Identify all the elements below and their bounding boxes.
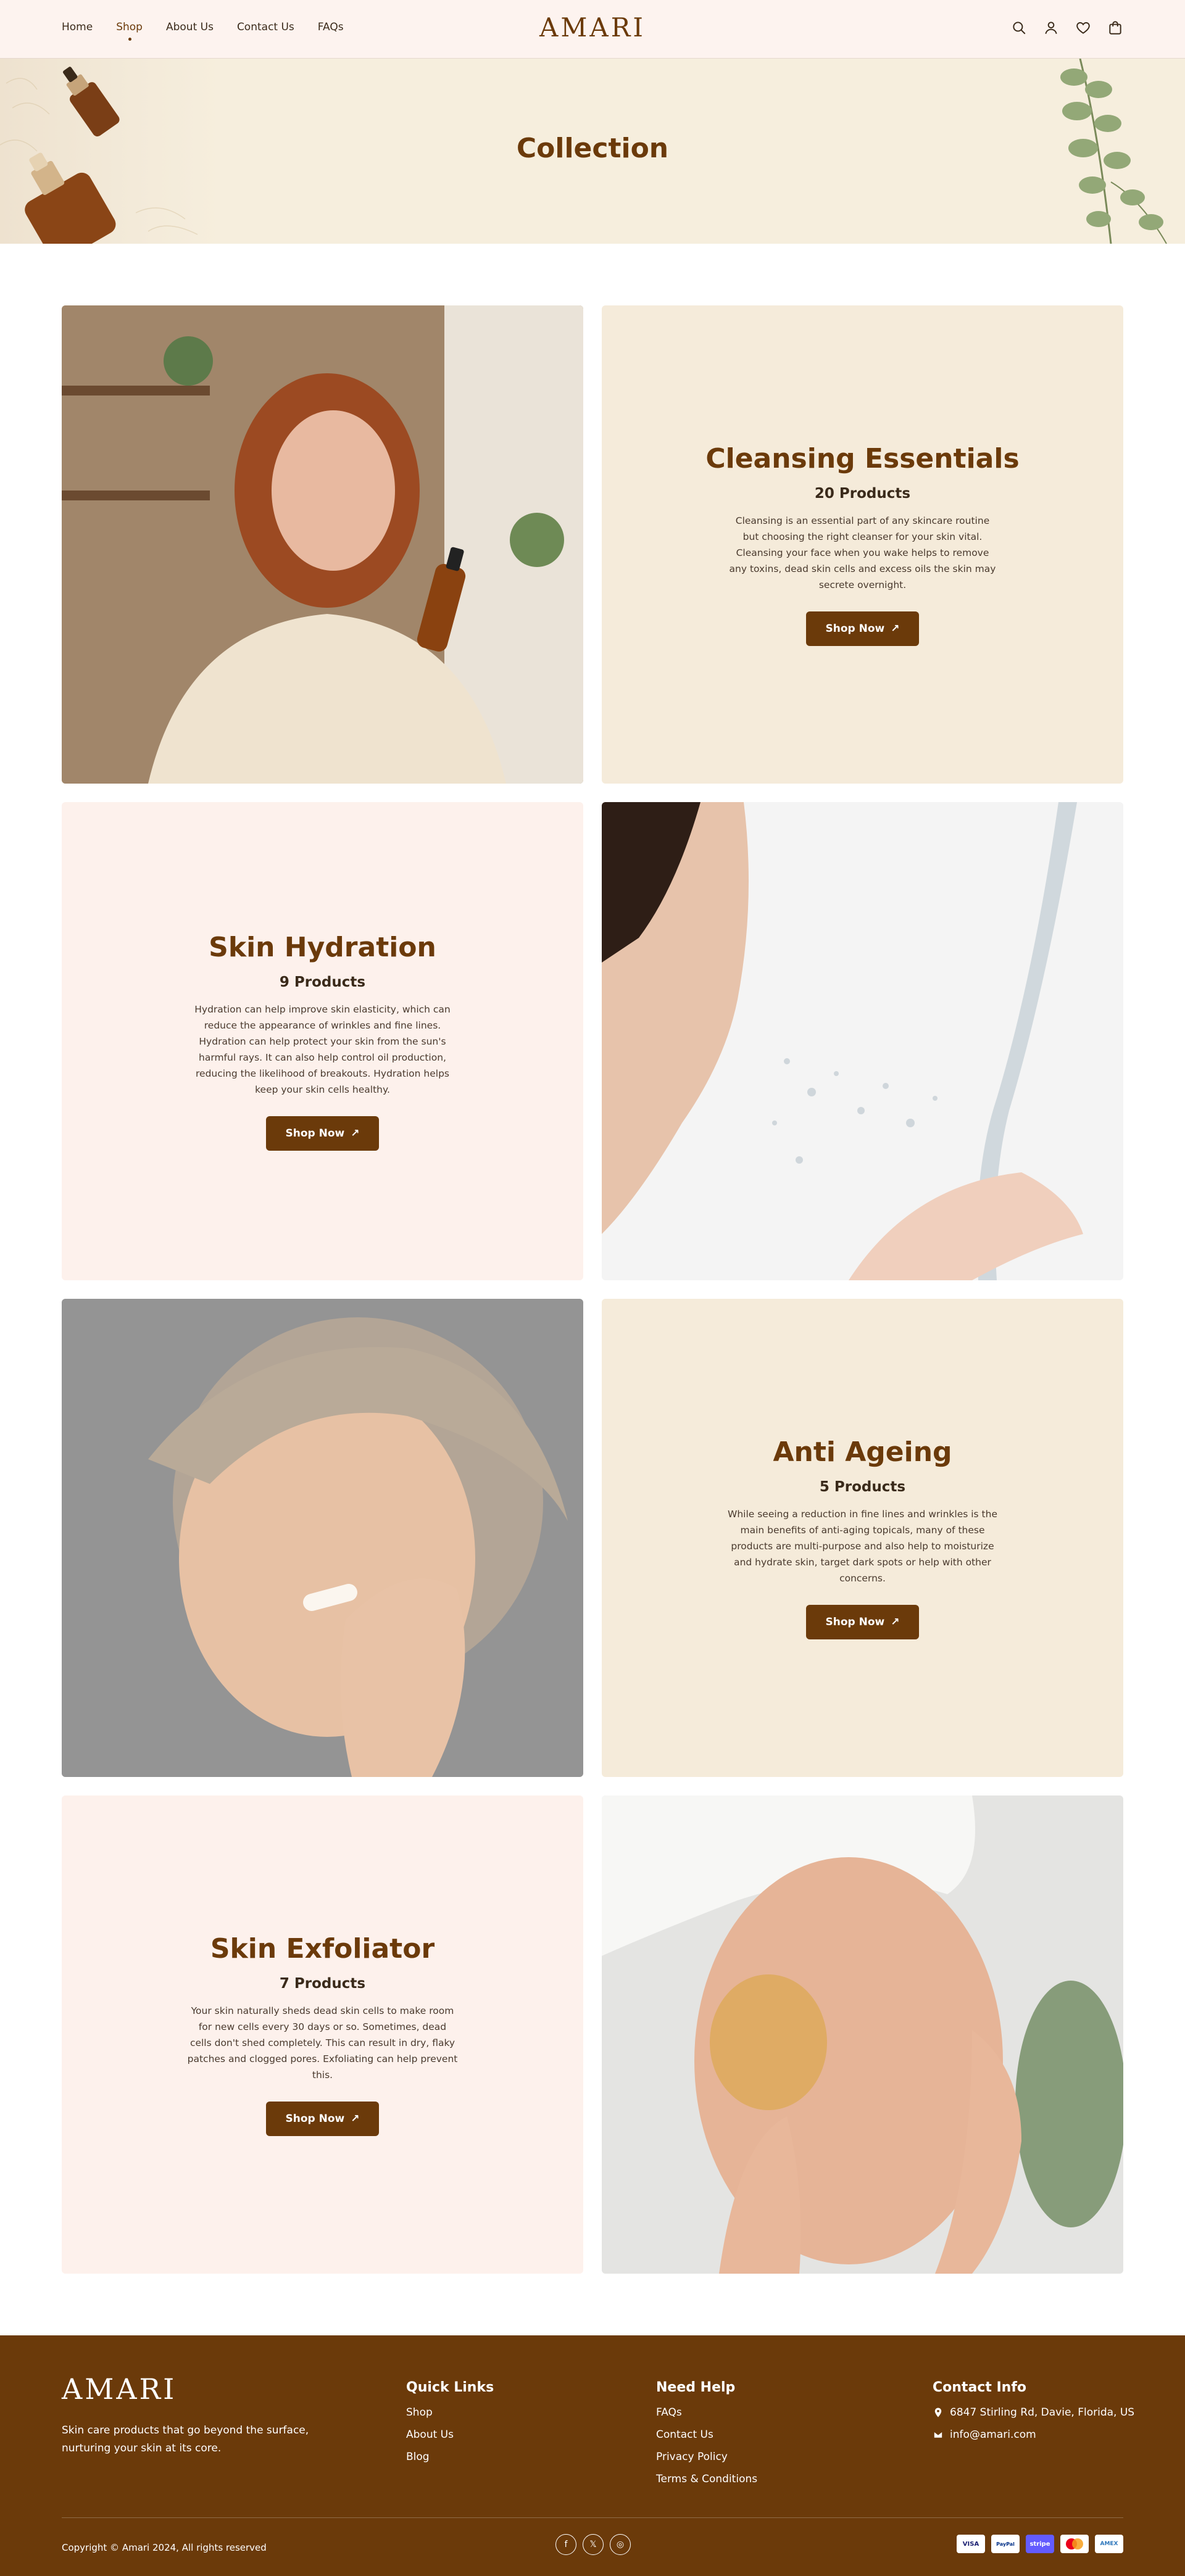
collection-card-hydration: Skin Hydration 9 Products Hydration can …: [62, 802, 583, 1280]
collection-title: Skin Hydration: [209, 932, 436, 963]
arrow-up-right-icon: ↗: [351, 2113, 360, 2125]
footer-link-shop[interactable]: Shop: [406, 2406, 494, 2419]
hydration-photo: [602, 802, 1123, 1280]
mastercard-logo: [1066, 2538, 1083, 2549]
visa-icon: VISA: [957, 2535, 985, 2553]
social-links: f 𝕏 ◎: [555, 2534, 631, 2555]
paypal-icon: PayPal: [991, 2535, 1020, 2553]
contact-info: Contact Info 6847 Stirling Rd, Davie, Fl…: [933, 2380, 1134, 2451]
need-help-title: Need Help: [656, 2380, 736, 2395]
product-count: 5 Products: [819, 1479, 906, 1495]
footer-link-about-us[interactable]: About Us: [406, 2429, 494, 2441]
cleansing-photo: [62, 305, 583, 784]
collection-description: Cleansing is an essential part of any sk…: [729, 515, 996, 590]
arrow-up-right-icon: ↗: [891, 623, 900, 635]
footer-link-blog[interactable]: Blog: [406, 2451, 494, 2463]
button-label: Shop Now: [825, 1616, 885, 1628]
bag-icon[interactable]: [1107, 20, 1123, 36]
shop-now-button[interactable]: Shop Now ↗: [805, 1605, 920, 1639]
footer-divider: [62, 2517, 1123, 2518]
eucalyptus-image: [1060, 59, 1167, 244]
quick-links-title: Quick Links: [406, 2380, 494, 2395]
stripe-icon: stripe: [1026, 2535, 1054, 2553]
address-text: 6847 Stirling Rd, Davie, Florida, US: [950, 2406, 1135, 2419]
shop-now-button[interactable]: Shop Now ↗: [265, 2102, 380, 2136]
collection-card-exfoliator: Skin Exfoliator 7 Products Your skin nat…: [62, 1795, 583, 2274]
collection-card-cleansing: Cleansing Essentials 20 Products Cleansi…: [602, 305, 1123, 784]
arrow-up-right-icon: ↗: [351, 1127, 360, 1140]
collection-title: Cleansing Essentials: [705, 443, 1020, 474]
email-text[interactable]: info@amari.com: [950, 2429, 1036, 2441]
shop-now-button[interactable]: Shop Now ↗: [805, 611, 920, 646]
exfoliator-photo: [602, 1795, 1123, 2274]
search-icon[interactable]: [1011, 20, 1027, 36]
footer-link-terms[interactable]: Terms & Conditions: [656, 2473, 757, 2485]
location-pin-icon: [934, 2408, 942, 2417]
user-icon[interactable]: [1043, 20, 1059, 36]
collection-description: Your skin naturally sheds dead skin cell…: [187, 2005, 458, 2081]
hero-decor-right: [1025, 59, 1185, 244]
collection-title: Anti Ageing: [773, 1436, 952, 1468]
heart-icon[interactable]: [1075, 20, 1091, 36]
footer-tagline: Skin care products that go beyond the su…: [62, 2424, 309, 2454]
site-header: Home Shop About Us Contact Us FAQs AMARI: [0, 0, 1185, 59]
footer-link-privacy-policy[interactable]: Privacy Policy: [656, 2451, 757, 2463]
copyright: Copyright © Amari 2024, All rights reser…: [62, 2542, 267, 2553]
collection-card-anti-ageing: Anti Ageing 5 Products While seeing a re…: [602, 1299, 1123, 1777]
instagram-icon[interactable]: ◎: [610, 2534, 631, 2555]
button-label: Shop Now: [825, 623, 885, 635]
site-footer: AMARI Skin care products that go beyond …: [0, 2335, 1185, 2576]
facebook-icon[interactable]: f: [555, 2534, 576, 2555]
hero-banner: Collection: [0, 59, 1185, 244]
footer-logo[interactable]: AMARI: [62, 2372, 177, 2406]
button-label: Shop Now: [285, 2113, 345, 2125]
amex-icon: AMEX: [1095, 2535, 1123, 2553]
collection-description: Hydration can help improve skin elastici…: [194, 1004, 451, 1095]
quick-links: Quick Links Shop About Us Blog: [406, 2380, 494, 2473]
need-help: Need Help FAQs Contact Us Privacy Policy…: [656, 2380, 757, 2495]
page-title: Collection: [516, 133, 669, 164]
collection-title: Skin Exfoliator: [210, 1933, 435, 1965]
button-label: Shop Now: [285, 1127, 345, 1140]
shop-now-button[interactable]: Shop Now ↗: [265, 1116, 380, 1151]
payment-methods: VISA PayPal stripe AMEX: [957, 2535, 1123, 2553]
product-count: 7 Products: [279, 1976, 366, 1992]
x-icon[interactable]: 𝕏: [583, 2534, 604, 2555]
footer-link-faqs[interactable]: FAQs: [656, 2406, 757, 2419]
contact-address: 6847 Stirling Rd, Davie, Florida, US: [933, 2406, 1134, 2419]
mastercard-icon: [1060, 2535, 1089, 2553]
anti-ageing-photo: [62, 1299, 583, 1777]
brand-logo[interactable]: AMARI: [0, 12, 1185, 43]
footer-link-contact-us[interactable]: Contact Us: [656, 2429, 757, 2441]
contact-info-title: Contact Info: [933, 2380, 1027, 2395]
mail-icon: [933, 2431, 943, 2438]
product-count: 9 Products: [279, 974, 366, 990]
arrow-up-right-icon: ↗: [891, 1616, 900, 1628]
contact-email[interactable]: info@amari.com: [933, 2429, 1134, 2441]
header-actions: [1011, 20, 1123, 36]
product-count: 20 Products: [814, 486, 911, 502]
collection-description: While seeing a reduction in fine lines a…: [728, 1509, 997, 1584]
